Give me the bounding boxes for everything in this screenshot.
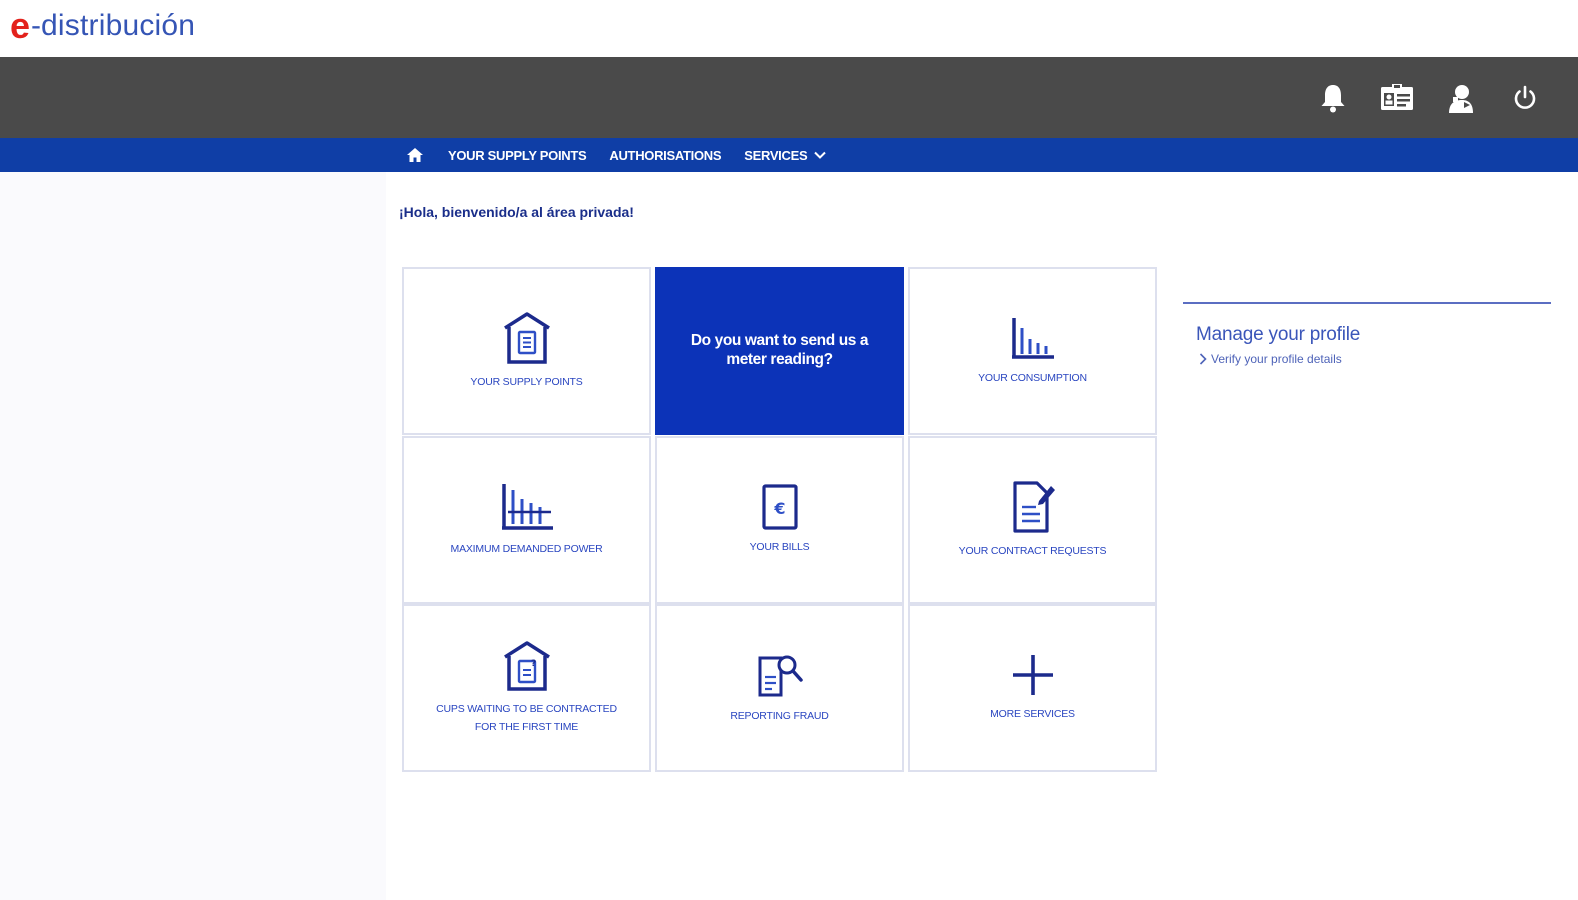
profile-divider [1183, 302, 1551, 304]
bar-chart-icon [1011, 318, 1054, 359]
bell-icon[interactable] [1314, 79, 1352, 117]
brand-bar: e - distribución [0, 0, 1578, 57]
chevron-down-icon [814, 151, 827, 159]
tile-label: YOUR SUPPLY POINTS [470, 376, 583, 389]
nav-home[interactable] [405, 146, 425, 164]
logo-dash: - [31, 9, 42, 42]
tile-send-meter-reading[interactable]: Do you want to send us a meter reading? [655, 267, 904, 435]
nav-label: AUTHORISATIONS [609, 147, 722, 163]
tile-label: CUPS WAITING TO BE CONTRACTED FOR THE FI… [436, 703, 617, 733]
tile-label: Do you want to send us a meter reading? [690, 332, 869, 368]
profile-title: Manage your profile [1196, 324, 1361, 345]
tile-your-supply-points[interactable]: YOUR SUPPLY POINTS [402, 267, 651, 435]
power-chart-icon [501, 484, 553, 530]
house-question-icon: ? [503, 641, 550, 691]
tile-your-bills[interactable]: € YOUR BILLS [655, 436, 904, 604]
top-bar-icons [1314, 79, 1544, 117]
home-icon [407, 148, 423, 162]
main-nav: YOUR SUPPLY POINTS AUTHORISATIONS SERVIC… [0, 138, 1578, 172]
nav-label: SERVICES [744, 147, 808, 163]
tile-your-contract-requests[interactable]: YOUR CONTRACT REQUESTS [908, 436, 1157, 604]
profile-panel: Manage your profile Verify your profile … [1183, 302, 1551, 366]
e-distribucion-logo[interactable]: e - distribución [10, 6, 195, 46]
nav-your-supply-points[interactable]: YOUR SUPPLY POINTS [448, 147, 587, 163]
welcome-greeting: ¡Hola, bienvenido/a al área privada! [399, 204, 634, 220]
main-nav-items: YOUR SUPPLY POINTS AUTHORISATIONS SERVIC… [405, 138, 827, 172]
nav-label: YOUR SUPPLY POINTS [448, 147, 587, 163]
top-bar [0, 57, 1578, 138]
tile-label: MORE SERVICES [990, 708, 1075, 721]
logo-text: distribución [41, 9, 196, 42]
house-document-icon [503, 312, 550, 364]
tile-label: YOUR BILLS [749, 541, 810, 554]
svg-text:€: € [773, 499, 785, 518]
tile-label: MAXIMUM DEMANDED POWER [450, 543, 603, 556]
tile-maximum-demanded-power[interactable]: MAXIMUM DEMANDED POWER [402, 436, 651, 604]
user-support-icon[interactable] [1442, 79, 1480, 117]
tile-label: YOUR CONTRACT REQUESTS [958, 545, 1107, 558]
verify-profile-link[interactable]: Verify your profile details [1199, 352, 1551, 366]
services-grid: YOUR SUPPLY POINTS Do you want to send u… [402, 267, 1158, 772]
id-card-icon[interactable] [1378, 79, 1416, 117]
contract-edit-icon [1012, 481, 1055, 533]
tile-more-services[interactable]: MORE SERVICES [908, 604, 1157, 772]
power-icon[interactable] [1506, 79, 1544, 117]
tile-label: REPORTING FRAUD [730, 710, 829, 723]
document-search-icon [758, 655, 803, 697]
chevron-right-icon [1199, 353, 1207, 365]
bill-euro-icon: € [761, 484, 798, 530]
verify-profile-label: Verify your profile details [1211, 352, 1342, 366]
tile-reporting-fraud[interactable]: REPORTING FRAUD [655, 604, 904, 772]
tile-label: YOUR CONSUMPTION [978, 372, 1087, 385]
left-panel [0, 172, 386, 900]
plus-icon [1012, 655, 1053, 696]
tile-your-consumption[interactable]: YOUR CONSUMPTION [908, 267, 1157, 435]
nav-services[interactable]: SERVICES [744, 148, 827, 163]
tile-cups-waiting[interactable]: ? CUPS WAITING TO BE CONTRACTED FOR THE … [402, 604, 651, 772]
svg-text:?: ? [531, 659, 536, 669]
nav-authorisations[interactable]: AUTHORISATIONS [609, 148, 721, 163]
logo-e: e [10, 5, 31, 46]
